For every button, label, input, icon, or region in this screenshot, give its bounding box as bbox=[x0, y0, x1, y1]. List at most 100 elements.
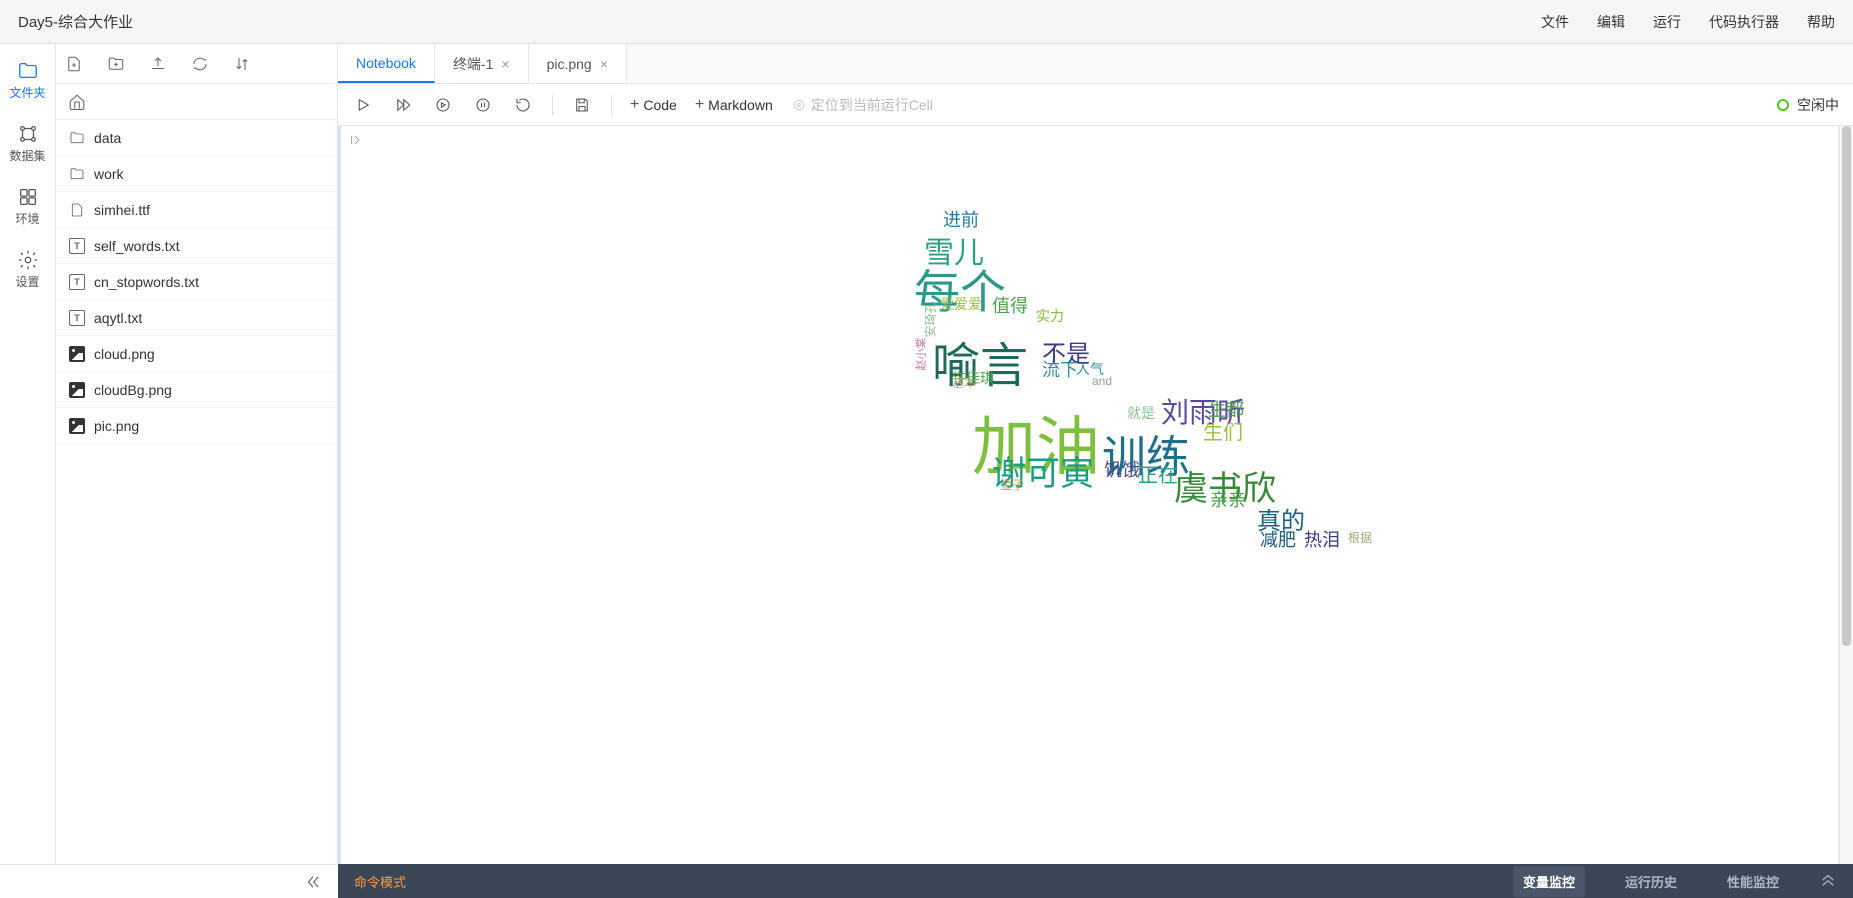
file-item[interactable]: simhei.ttf bbox=[56, 192, 337, 228]
main-area: Notebook 终端-1 × pic.png × bbox=[338, 44, 1853, 864]
kernel-status-dot bbox=[1777, 99, 1789, 111]
activity-dataset-label: 数据集 bbox=[9, 147, 45, 164]
wordcloud-word: 流下 bbox=[1042, 356, 1078, 382]
plus-icon: + bbox=[695, 97, 704, 113]
gear-icon bbox=[17, 249, 39, 271]
status-mode: 命令模式 bbox=[354, 872, 406, 891]
home-icon bbox=[68, 93, 86, 111]
refresh-button[interactable] bbox=[190, 54, 210, 74]
file-name: pic.png bbox=[94, 418, 139, 434]
status-tab-perf[interactable]: 性能监控 bbox=[1717, 866, 1789, 897]
tab-label: Notebook bbox=[356, 55, 416, 71]
notebook-toolbar: +Code +Markdown 定位到当前运行Cell 空闲中 bbox=[338, 84, 1853, 126]
wordcloud-word: 基本 bbox=[952, 374, 976, 391]
file-icon bbox=[68, 201, 86, 219]
wordcloud-word: 爱爱爱 bbox=[940, 294, 982, 314]
chevron-double-up-icon bbox=[1819, 871, 1837, 889]
activity-folder-label: 文件夹 bbox=[9, 84, 45, 101]
folder-icon bbox=[17, 60, 39, 82]
file-name: data bbox=[94, 130, 121, 146]
wordcloud-word: 减肥 bbox=[1260, 526, 1296, 552]
stop-button[interactable] bbox=[472, 94, 494, 116]
file-name: cloud.png bbox=[94, 346, 155, 362]
separator bbox=[611, 95, 612, 115]
activity-env[interactable]: 环境 bbox=[0, 182, 55, 231]
file-item[interactable]: Tself_words.txt bbox=[56, 228, 337, 264]
close-icon[interactable]: × bbox=[501, 56, 509, 72]
text-file-icon: T bbox=[68, 273, 86, 291]
file-item[interactable]: Tcn_stopwords.txt bbox=[56, 264, 337, 300]
file-name: cloudBg.png bbox=[94, 382, 172, 398]
activity-settings-label: 设置 bbox=[15, 273, 39, 290]
scrollbar-thumb[interactable] bbox=[1842, 126, 1851, 646]
new-folder-button[interactable] bbox=[106, 54, 126, 74]
file-item[interactable]: cloud.png bbox=[56, 336, 337, 372]
cell-output[interactable]: 加油喻言训练每个谢可寅虞书欣刘雨昕雪儿不是真的生们生都值得正在饥饿流下减肥热泪亲… bbox=[372, 126, 1839, 864]
run-cell-button[interactable] bbox=[352, 94, 374, 116]
separator bbox=[552, 95, 553, 115]
home-breadcrumb[interactable] bbox=[56, 84, 337, 120]
plus-icon: + bbox=[630, 97, 639, 113]
menu-edit[interactable]: 编辑 bbox=[1597, 12, 1625, 32]
cell-gutter bbox=[338, 126, 372, 864]
scrollbar-track[interactable] bbox=[1839, 126, 1853, 864]
wordcloud-word: 根据 bbox=[1348, 529, 1372, 546]
activity-folder[interactable]: 文件夹 bbox=[0, 56, 55, 105]
close-icon[interactable]: × bbox=[600, 56, 608, 72]
chevron-double-left-icon bbox=[304, 873, 322, 891]
menu-run[interactable]: 运行 bbox=[1653, 12, 1681, 32]
wordcloud-image: 加油喻言训练每个谢可寅虞书欣刘雨昕雪儿不是真的生们生都值得正在饥饿流下减肥热泪亲… bbox=[652, 246, 1452, 746]
header-menu: 文件 编辑 运行 代码执行器 帮助 bbox=[1541, 12, 1835, 32]
folder-icon bbox=[68, 165, 86, 183]
tab-notebook[interactable]: Notebook bbox=[338, 44, 435, 83]
file-name: aqytl.txt bbox=[94, 310, 142, 326]
save-button[interactable] bbox=[571, 94, 593, 116]
menu-executor[interactable]: 代码执行器 bbox=[1709, 12, 1779, 32]
text-file-icon: T bbox=[68, 309, 86, 327]
image-file-icon bbox=[68, 417, 86, 435]
wordcloud-word: 饥饿 bbox=[1104, 456, 1140, 482]
restart-kernel-button[interactable] bbox=[512, 94, 534, 116]
new-file-button[interactable] bbox=[64, 54, 84, 74]
wordcloud-word: 生都 bbox=[1208, 396, 1244, 422]
wordcloud-word: 热泪 bbox=[1304, 526, 1340, 552]
wordcloud-word: 赵小棠 bbox=[913, 338, 929, 371]
notebook-body: 加油喻言训练每个谢可寅虞书欣刘雨昕雪儿不是真的生们生都值得正在饥饿流下减肥热泪亲… bbox=[338, 126, 1853, 864]
file-item[interactable]: work bbox=[56, 156, 337, 192]
wordcloud-word: 值得 bbox=[992, 292, 1028, 318]
file-name: cn_stopwords.txt bbox=[94, 274, 199, 290]
wordcloud-word: 雪儿 bbox=[924, 228, 984, 272]
dataset-icon bbox=[17, 123, 39, 145]
status-tab-vars[interactable]: 变量监控 bbox=[1513, 866, 1585, 897]
status-tab-history[interactable]: 运行历史 bbox=[1615, 866, 1687, 897]
wordcloud-word: 金子 bbox=[1000, 476, 1024, 493]
file-name: self_words.txt bbox=[94, 238, 180, 254]
run-all-button[interactable] bbox=[392, 94, 414, 116]
add-markdown-button[interactable]: +Markdown bbox=[695, 97, 773, 113]
restart-button[interactable] bbox=[432, 94, 454, 116]
upload-button[interactable] bbox=[148, 54, 168, 74]
file-item[interactable]: pic.png bbox=[56, 408, 337, 444]
file-item[interactable]: cloudBg.png bbox=[56, 372, 337, 408]
target-icon bbox=[791, 97, 807, 113]
menu-file[interactable]: 文件 bbox=[1541, 12, 1569, 32]
menu-help[interactable]: 帮助 bbox=[1807, 12, 1835, 32]
statusbar: 命令模式 变量监控 运行历史 性能监控 bbox=[338, 864, 1853, 898]
activity-dataset[interactable]: 数据集 bbox=[0, 119, 55, 168]
wordcloud-word: 正在 bbox=[1138, 459, 1178, 488]
text-file-icon: T bbox=[68, 237, 86, 255]
locate-cell-button[interactable]: 定位到当前运行Cell bbox=[791, 95, 933, 115]
tab-terminal[interactable]: 终端-1 × bbox=[435, 44, 529, 83]
expand-panel-button[interactable] bbox=[1819, 871, 1837, 892]
sort-button[interactable] bbox=[232, 54, 252, 74]
activity-settings[interactable]: 设置 bbox=[0, 245, 55, 294]
file-item[interactable]: data bbox=[56, 120, 337, 156]
sidebar-collapse-button[interactable] bbox=[0, 864, 338, 898]
file-name: work bbox=[94, 166, 124, 182]
folder-icon bbox=[68, 129, 86, 147]
tab-image[interactable]: pic.png × bbox=[529, 44, 627, 83]
file-item[interactable]: Taqytl.txt bbox=[56, 300, 337, 336]
env-icon bbox=[17, 186, 39, 208]
add-code-button[interactable]: +Code bbox=[630, 97, 677, 113]
file-list: dataworksimhei.ttfTself_words.txtTcn_sto… bbox=[56, 120, 337, 864]
